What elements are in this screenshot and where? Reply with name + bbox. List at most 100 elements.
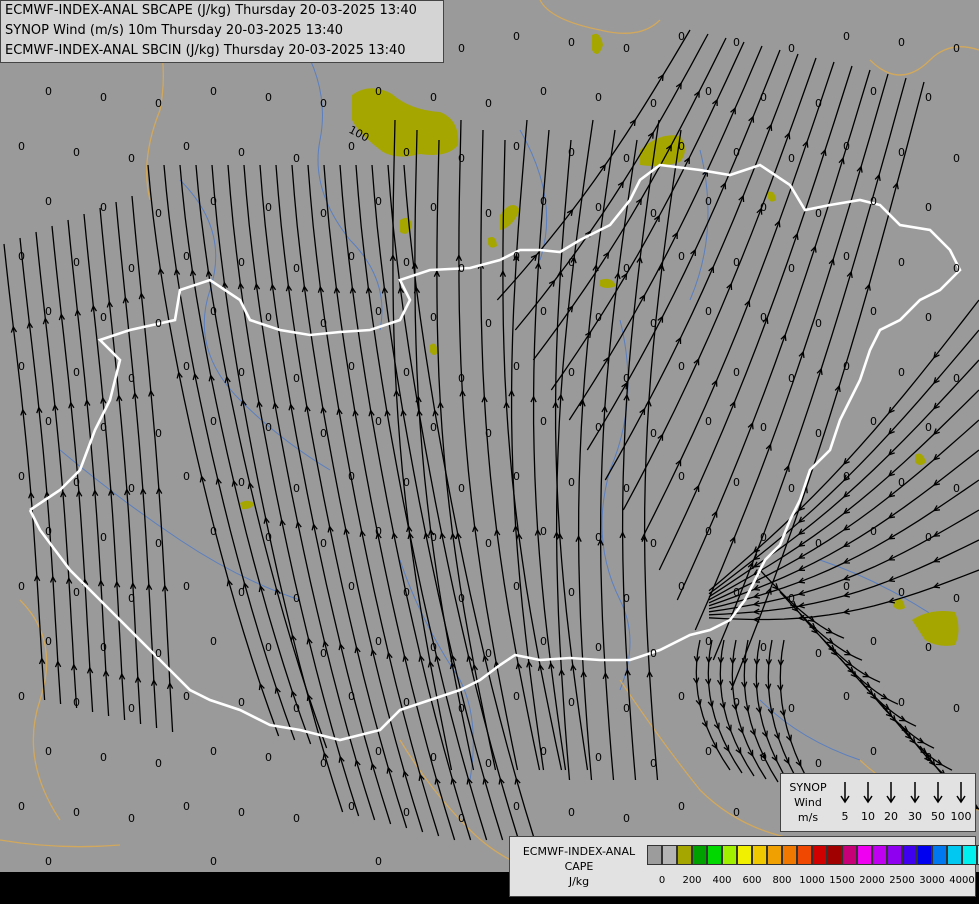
cin-value-label: 0 — [320, 427, 327, 440]
cin-value-label: 0 — [485, 757, 492, 770]
cin-value-label: 0 — [623, 592, 630, 605]
cin-value-label: 0 — [513, 140, 520, 153]
wind-arrow-100-icon — [956, 782, 966, 804]
wind-legend-value: 10 — [861, 810, 875, 823]
cin-value-label: 0 — [513, 580, 520, 593]
cin-value-label: 0 — [45, 305, 52, 318]
cin-value-label: 0 — [540, 635, 547, 648]
cin-value-label: 0 — [458, 42, 465, 55]
cin-value-label: 0 — [210, 195, 217, 208]
cape-color-swatch — [797, 845, 812, 865]
cape-color-swatch — [962, 845, 977, 865]
cape-color-swatch — [677, 845, 692, 865]
cape-legend-ticks: 0200400600800100015002000250030004000600… — [647, 875, 977, 889]
cin-value-label: 0 — [705, 85, 712, 98]
cin-value-label: 0 — [953, 702, 960, 715]
cin-value-label: 0 — [678, 140, 685, 153]
cin-value-label: 0 — [155, 97, 162, 110]
cape-color-swatch — [827, 845, 842, 865]
wind-legend-title-2: Wind — [794, 796, 822, 809]
cape-color-swatch — [647, 845, 662, 865]
cin-value-label: 0 — [568, 36, 575, 49]
cin-value-label: 0 — [430, 641, 437, 654]
wind-arrow-50-icon — [933, 782, 943, 804]
cape-color-swatch — [872, 845, 887, 865]
cape-legend-title-1: ECMWF-INDEX-ANAL — [522, 845, 636, 858]
cin-value-label: 0 — [898, 256, 905, 269]
cape-color-swatch — [737, 845, 752, 865]
cin-value-label: 0 — [210, 525, 217, 538]
cin-value-label: 0 — [155, 647, 162, 660]
cape-color-swatch — [887, 845, 902, 865]
cin-value-label: 0 — [650, 97, 657, 110]
cin-value-label: 0 — [293, 482, 300, 495]
cin-value-label: 0 — [210, 635, 217, 648]
cin-value-label: 0 — [513, 250, 520, 263]
cin-value-label: 0 — [733, 586, 740, 599]
cin-value-label: 0 — [843, 140, 850, 153]
cin-value-label: 0 — [650, 757, 657, 770]
cin-value-label: 0 — [843, 30, 850, 43]
cin-value-label: 0 — [458, 592, 465, 605]
cin-value-label: 0 — [320, 647, 327, 660]
cin-value-label: 0 — [760, 421, 767, 434]
cin-value-label: 0 — [540, 525, 547, 538]
cin-value-label: 0 — [925, 531, 932, 544]
cin-value-label: 0 — [238, 256, 245, 269]
cin-value-label: 0 — [815, 757, 822, 770]
cin-value-label: 0 — [788, 372, 795, 385]
cin-value-label: 0 — [678, 800, 685, 813]
cin-value-label: 0 — [733, 366, 740, 379]
cin-value-label: 0 — [183, 140, 190, 153]
cape-legend-tick: 1500 — [829, 875, 855, 886]
cin-value-label: 0 — [843, 250, 850, 263]
cin-value-label: 0 — [650, 427, 657, 440]
cin-value-label: 0 — [733, 806, 740, 819]
cape-color-swatch — [902, 845, 917, 865]
cin-value-label: 0 — [513, 30, 520, 43]
cin-value-label: 0 — [760, 201, 767, 214]
cape-legend-tick: 600 — [742, 875, 762, 886]
wind-legend-arrows — [840, 782, 966, 804]
cape-color-swatch — [842, 845, 857, 865]
cape-color-swatch — [662, 845, 677, 865]
cin-value-label: 0 — [568, 806, 575, 819]
cape-color-swatch — [947, 845, 962, 865]
cin-value-label: 0 — [815, 97, 822, 110]
cin-value-label: 0 — [925, 201, 932, 214]
cin-value-label: 0 — [73, 696, 80, 709]
cin-value-label: 0 — [678, 30, 685, 43]
wind-legend-title: SYNOP Wind m/s — [783, 780, 833, 825]
cin-value-label: 0 — [320, 757, 327, 770]
cin-value-label: 0 — [788, 702, 795, 715]
cape-color-swatch — [857, 845, 872, 865]
cin-value-label: 0 — [320, 207, 327, 220]
cin-value-label: 0 — [128, 812, 135, 825]
cin-value-label: 0 — [458, 372, 465, 385]
cin-value-label: 0 — [293, 372, 300, 385]
cin-value-label: 0 — [678, 580, 685, 593]
cin-value-label: 0 — [815, 427, 822, 440]
cin-value-label: 0 — [18, 580, 25, 593]
cin-value-label: 0 — [595, 91, 602, 104]
cin-value-label: 0 — [513, 800, 520, 813]
cin-value-label: 0 — [45, 415, 52, 428]
cin-value-label: 0 — [210, 855, 217, 868]
cape-color-swatch — [752, 845, 767, 865]
cin-value-label: 0 — [843, 360, 850, 373]
cin-value-label: 0 — [348, 140, 355, 153]
cin-value-label: 0 — [210, 305, 217, 318]
wind-legend-title-3: m/s — [797, 811, 819, 824]
cin-value-label: 0 — [843, 690, 850, 703]
cin-value-label: 0 — [403, 366, 410, 379]
cin-value-label: 0 — [18, 360, 25, 373]
cin-value-label: 0 — [513, 470, 520, 483]
cin-value-label: 0 — [760, 531, 767, 544]
map-canvas: 0 0 0 0 0 0 0 0 0 0 0 0 0 0 0 0 0 0 0 0 0 0 0 0 0 0 0 0 0 0 0 0 0 0 0 0 0 0 0 0… — [0, 0, 979, 873]
cin-value-label: 0 — [293, 592, 300, 605]
cape-color-bar — [647, 845, 979, 867]
cape-legend-title: ECMWF-INDEX-ANAL CAPE J/kg — [512, 844, 646, 889]
cin-value-label: 0 — [815, 207, 822, 220]
cin-value-label: 0 — [540, 85, 547, 98]
cape-color-swatch — [707, 845, 722, 865]
